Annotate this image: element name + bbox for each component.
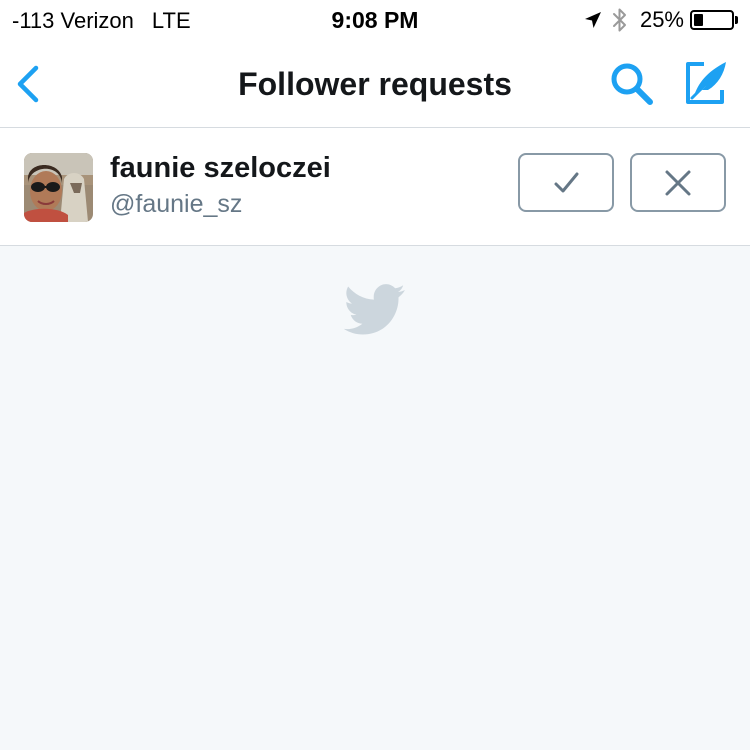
navigation-bar: Follower requests	[0, 40, 750, 128]
search-button[interactable]	[608, 60, 656, 108]
battery-level-fill	[694, 14, 703, 26]
battery-cap	[735, 16, 738, 24]
follower-request-row[interactable]: faunie szeloczei @faunie_sz	[0, 128, 750, 246]
compose-tweet-button[interactable]	[682, 58, 732, 108]
bluetooth-icon	[612, 7, 628, 33]
user-handle: @faunie_sz	[110, 190, 243, 218]
search-icon	[611, 63, 653, 105]
accept-request-button[interactable]	[518, 153, 614, 212]
twitter-bird-icon	[343, 284, 406, 336]
status-right: 25%	[584, 7, 738, 33]
checkmark-icon	[554, 172, 579, 192]
location-arrow-icon	[584, 11, 602, 29]
compose-tweet-icon	[686, 62, 726, 104]
decline-request-button[interactable]	[630, 153, 726, 212]
avatar[interactable]	[24, 153, 93, 222]
user-photo	[24, 153, 93, 222]
battery-percent: 25%	[639, 7, 684, 32]
user-name[interactable]: faunie szeloczei	[110, 152, 331, 185]
status-bar: -113 Verizon LTE 9:08 PM 25%	[0, 0, 750, 40]
follower-requests-screen: -113 Verizon LTE 9:08 PM 25% Follower re…	[0, 0, 750, 750]
battery-icon	[690, 10, 734, 30]
x-close-icon	[665, 170, 691, 195]
